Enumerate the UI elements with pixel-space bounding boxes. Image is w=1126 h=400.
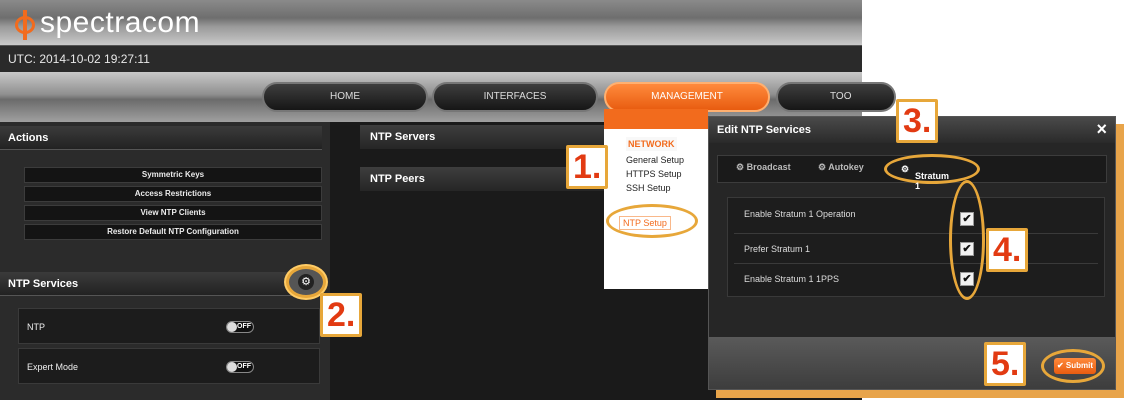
app-header: spectracom	[0, 0, 862, 45]
toggle-knob	[227, 322, 237, 332]
dialog-tabs: ⚙ Broadcast ⚙ Autokey ⚙ Stratum 1	[717, 154, 1107, 191]
symmetric-keys-button[interactable]: Symmetric Keys	[24, 167, 322, 183]
nav-management[interactable]: MANAGEMENT	[604, 82, 770, 112]
spectracom-logo-icon	[14, 8, 36, 40]
main-nav: HOME INTERFACES MANAGEMENT TOO	[0, 72, 896, 122]
step-3-callout: 3.	[896, 99, 939, 143]
dropdown-accent-bar	[604, 109, 708, 129]
menu-item-ssh-setup[interactable]: SSH Setup	[626, 183, 671, 193]
dialog-footer: ✔ Submit	[709, 337, 1115, 389]
step-4-callout: 4.	[986, 228, 1029, 272]
step-1-callout: 1.	[566, 145, 609, 189]
utc-clock: UTC: 2014-10-02 19:27:11	[8, 52, 150, 66]
ntp-toggle[interactable]: OFF	[226, 321, 254, 333]
ntp-setup-highlight: NTP Setup	[606, 204, 698, 238]
toggle-knob	[227, 362, 237, 372]
step-2-callout: 2.	[320, 293, 363, 337]
menu-item-https-setup[interactable]: HTTPS Setup	[626, 169, 682, 179]
enable-stratum-1-operation-label: Enable Stratum 1 Operation	[744, 209, 856, 219]
submit-highlight: ✔ Submit	[1041, 349, 1105, 383]
access-restrictions-button[interactable]: Access Restrictions	[24, 186, 322, 202]
ntp-label: NTP	[27, 322, 45, 332]
step-5-callout: 5.	[984, 342, 1027, 386]
toggle-state: OFF	[237, 323, 251, 330]
ntp-toggle-row: NTP OFF	[18, 308, 320, 344]
checkboxes-highlight	[949, 180, 985, 300]
menu-heading-network: NETWORK	[626, 137, 677, 151]
ntp-services-title: NTP Services	[0, 272, 322, 296]
option-row: Prefer Stratum 1 ✔	[734, 234, 1098, 264]
enable-stratum-1-1pps-label: Enable Stratum 1 1PPS	[744, 274, 840, 284]
expert-mode-toggle[interactable]: OFF	[226, 361, 254, 373]
toggle-state: OFF	[237, 363, 251, 370]
menu-item-general-setup[interactable]: General Setup	[626, 155, 684, 165]
left-panel: Actions Symmetric Keys Access Restrictio…	[0, 122, 330, 400]
submit-button[interactable]: ✔ Submit	[1054, 358, 1096, 374]
menu-item-ntp-setup[interactable]: NTP Setup	[619, 216, 671, 230]
expert-mode-toggle-row: Expert Mode OFF	[18, 348, 320, 384]
tab-stratum-1[interactable]: ⚙ Stratum 1	[901, 164, 949, 191]
dialog-title: Edit NTP Services	[717, 124, 811, 136]
tab-autokey[interactable]: ⚙ Autokey	[818, 162, 864, 173]
tab-broadcast[interactable]: ⚙ Broadcast	[736, 162, 791, 173]
edit-ntp-services-dialog: Edit NTP Services × ⚙ Broadcast ⚙ Autoke…	[708, 116, 1116, 390]
gear-icon[interactable]: ⚙	[298, 274, 314, 290]
stratum-1-options: Enable Stratum 1 Operation ✔ Prefer Stra…	[727, 197, 1105, 297]
nav-home[interactable]: HOME	[262, 82, 428, 112]
expert-mode-label: Expert Mode	[27, 362, 79, 372]
nav-tools[interactable]: TOO	[776, 82, 896, 112]
close-icon[interactable]: ×	[1096, 119, 1107, 140]
actions-title: Actions	[0, 126, 322, 150]
utc-bar: UTC: 2014-10-02 19:27:11	[0, 45, 862, 72]
nav-interfaces[interactable]: INTERFACES	[432, 82, 598, 112]
restore-default-ntp-button[interactable]: Restore Default NTP Configuration	[24, 224, 322, 240]
brand-logo[interactable]: spectracom	[14, 6, 200, 40]
option-row: Enable Stratum 1 Operation ✔	[734, 204, 1098, 234]
prefer-stratum-1-label: Prefer Stratum 1	[744, 244, 811, 254]
management-dropdown: NETWORK General Setup HTTPS Setup SSH Se…	[604, 109, 708, 289]
brand-name: spectracom	[40, 6, 201, 39]
view-ntp-clients-button[interactable]: View NTP Clients	[24, 205, 322, 221]
option-row: Enable Stratum 1 1PPS ✔	[734, 264, 1098, 294]
